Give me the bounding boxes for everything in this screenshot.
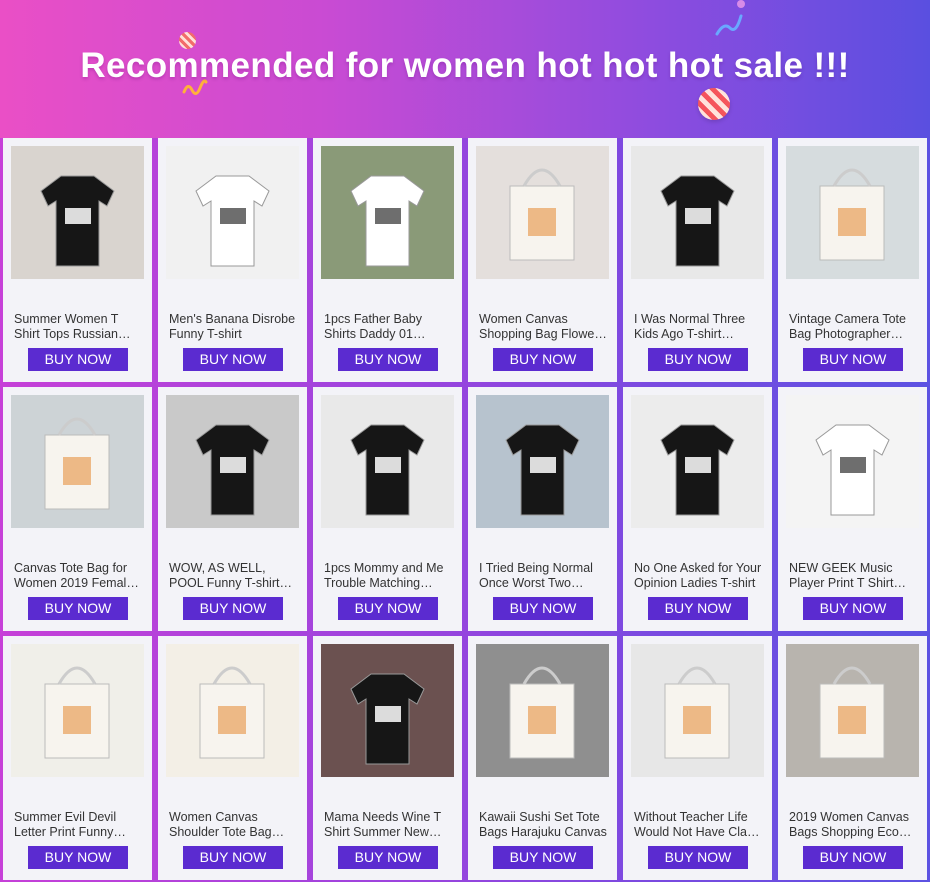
product-card[interactable]: NEW GEEK Music Player Print T Shirt Men B… [778,387,927,631]
product-title[interactable]: No One Asked for Your Opinion Ladies T-s… [634,561,762,591]
product-card[interactable]: Summer Evil Devil Letter Print Funny Can… [3,636,152,880]
buy-now-button[interactable]: BUY NOW [648,348,748,371]
product-image[interactable] [786,146,919,279]
confetti-squiggle-icon [714,10,744,43]
product-title[interactable]: Women Canvas Shoulder Tote Bag Cartoon [169,810,297,840]
product-image[interactable] [166,395,299,528]
product-card[interactable]: 1pcs Mommy and Me Trouble Matching Shirt… [313,387,462,631]
product-title[interactable]: Summer Evil Devil Letter Print Funny Can… [14,810,142,840]
banner: Recommended for women hot hot hot sale !… [0,0,930,138]
product-card[interactable]: Kawaii Sushi Set Tote Bags Harajuku Canv… [468,636,617,880]
product-card[interactable]: Summer Women T Shirt Tops Russian Letter… [3,138,152,382]
product-title[interactable]: Women Canvas Shopping Bag Flower Print [479,312,607,342]
buy-now-button[interactable]: BUY NOW [28,348,128,371]
product-title[interactable]: NEW GEEK Music Player Print T Shirt Men [789,561,917,591]
buy-now-button[interactable]: BUY NOW [648,597,748,620]
product-card[interactable]: Women Canvas Shoulder Tote Bag Cartoon BU… [158,636,307,880]
buy-now-button[interactable]: BUY NOW [648,846,748,869]
product-card[interactable]: Vintage Camera Tote Bag Photographer Can… [778,138,927,382]
product-image[interactable] [166,146,299,279]
product-title[interactable]: 1pcs Father Baby Shirts Daddy 01 Matchin… [324,312,452,342]
product-title[interactable]: WOW, AS WELL, POOL Funny T-shirt Women [169,561,297,591]
product-title[interactable]: I Tried Being Normal Once Worst Two Minu… [479,561,607,591]
product-title[interactable]: Kawaii Sushi Set Tote Bags Harajuku Canv… [479,810,607,840]
product-title[interactable]: Mama Needs Wine T Shirt Summer New Women [324,810,452,840]
buy-now-button[interactable]: BUY NOW [183,348,283,371]
product-image[interactable] [476,644,609,777]
buy-now-button[interactable]: BUY NOW [28,846,128,869]
product-card[interactable]: WOW, AS WELL, POOL Funny T-shirt Women BU… [158,387,307,631]
buy-now-button[interactable]: BUY NOW [338,348,438,371]
buy-now-button[interactable]: BUY NOW [803,348,903,371]
buy-now-button[interactable]: BUY NOW [493,846,593,869]
product-image[interactable] [476,146,609,279]
product-title[interactable]: Summer Women T Shirt Tops Russian Letter… [14,312,142,342]
confetti-dot-icon [737,0,745,8]
product-title[interactable]: 1pcs Mommy and Me Trouble Matching Shirt… [324,561,452,591]
buy-now-button[interactable]: BUY NOW [338,597,438,620]
buy-now-button[interactable]: BUY NOW [493,597,593,620]
buy-now-button[interactable]: BUY NOW [803,597,903,620]
product-grid: Summer Women T Shirt Tops Russian Letter… [3,138,928,882]
product-title[interactable]: Without Teacher Life Would Not Have Clas… [634,810,762,840]
product-image[interactable] [11,395,144,528]
product-image[interactable] [321,644,454,777]
buy-now-button[interactable]: BUY NOW [493,348,593,371]
product-image[interactable] [166,644,299,777]
page-title: Recommended for women hot hot hot sale !… [80,46,850,85]
product-image[interactable] [11,644,144,777]
product-card[interactable]: Canvas Tote Bag for Women 2019 Female Sh… [3,387,152,631]
buy-now-button[interactable]: BUY NOW [338,846,438,869]
product-card[interactable]: 1pcs Father Baby Shirts Daddy 01 Matchin… [313,138,462,382]
buy-now-button[interactable]: BUY NOW [183,597,283,620]
product-title[interactable]: 2019 Women Canvas Bags Shopping Eco Femi… [789,810,917,840]
product-title[interactable]: Men's Banana Disrobe Funny T-shirt [169,312,297,342]
product-card[interactable]: Mama Needs Wine T Shirt Summer New Women… [313,636,462,880]
confetti-stripe-ball-icon [698,88,730,120]
product-card[interactable]: No One Asked for Your Opinion Ladies T-s… [623,387,772,631]
buy-now-button[interactable]: BUY NOW [803,846,903,869]
product-image[interactable] [631,644,764,777]
buy-now-button[interactable]: BUY NOW [183,846,283,869]
product-image[interactable] [631,395,764,528]
product-image[interactable] [786,644,919,777]
product-image[interactable] [11,146,144,279]
product-title[interactable]: Canvas Tote Bag for Women 2019 Female Sh… [14,561,142,591]
product-card[interactable]: Women Canvas Shopping Bag Flower Print BU… [468,138,617,382]
buy-now-button[interactable]: BUY NOW [28,597,128,620]
product-card[interactable]: 2019 Women Canvas Bags Shopping Eco Femi… [778,636,927,880]
product-title[interactable]: I Was Normal Three Kids Ago T-shirt Casu… [634,312,762,342]
product-image[interactable] [476,395,609,528]
product-card[interactable]: Men's Banana Disrobe Funny T-shirt BUY NO… [158,138,307,382]
product-card[interactable]: Without Teacher Life Would Not Have Clas… [623,636,772,880]
product-image[interactable] [321,395,454,528]
product-title[interactable]: Vintage Camera Tote Bag Photographer Can… [789,312,917,342]
product-card[interactable]: I Tried Being Normal Once Worst Two Minu… [468,387,617,631]
product-image[interactable] [786,395,919,528]
product-image[interactable] [321,146,454,279]
product-card[interactable]: I Was Normal Three Kids Ago T-shirt Casu… [623,138,772,382]
product-image[interactable] [631,146,764,279]
